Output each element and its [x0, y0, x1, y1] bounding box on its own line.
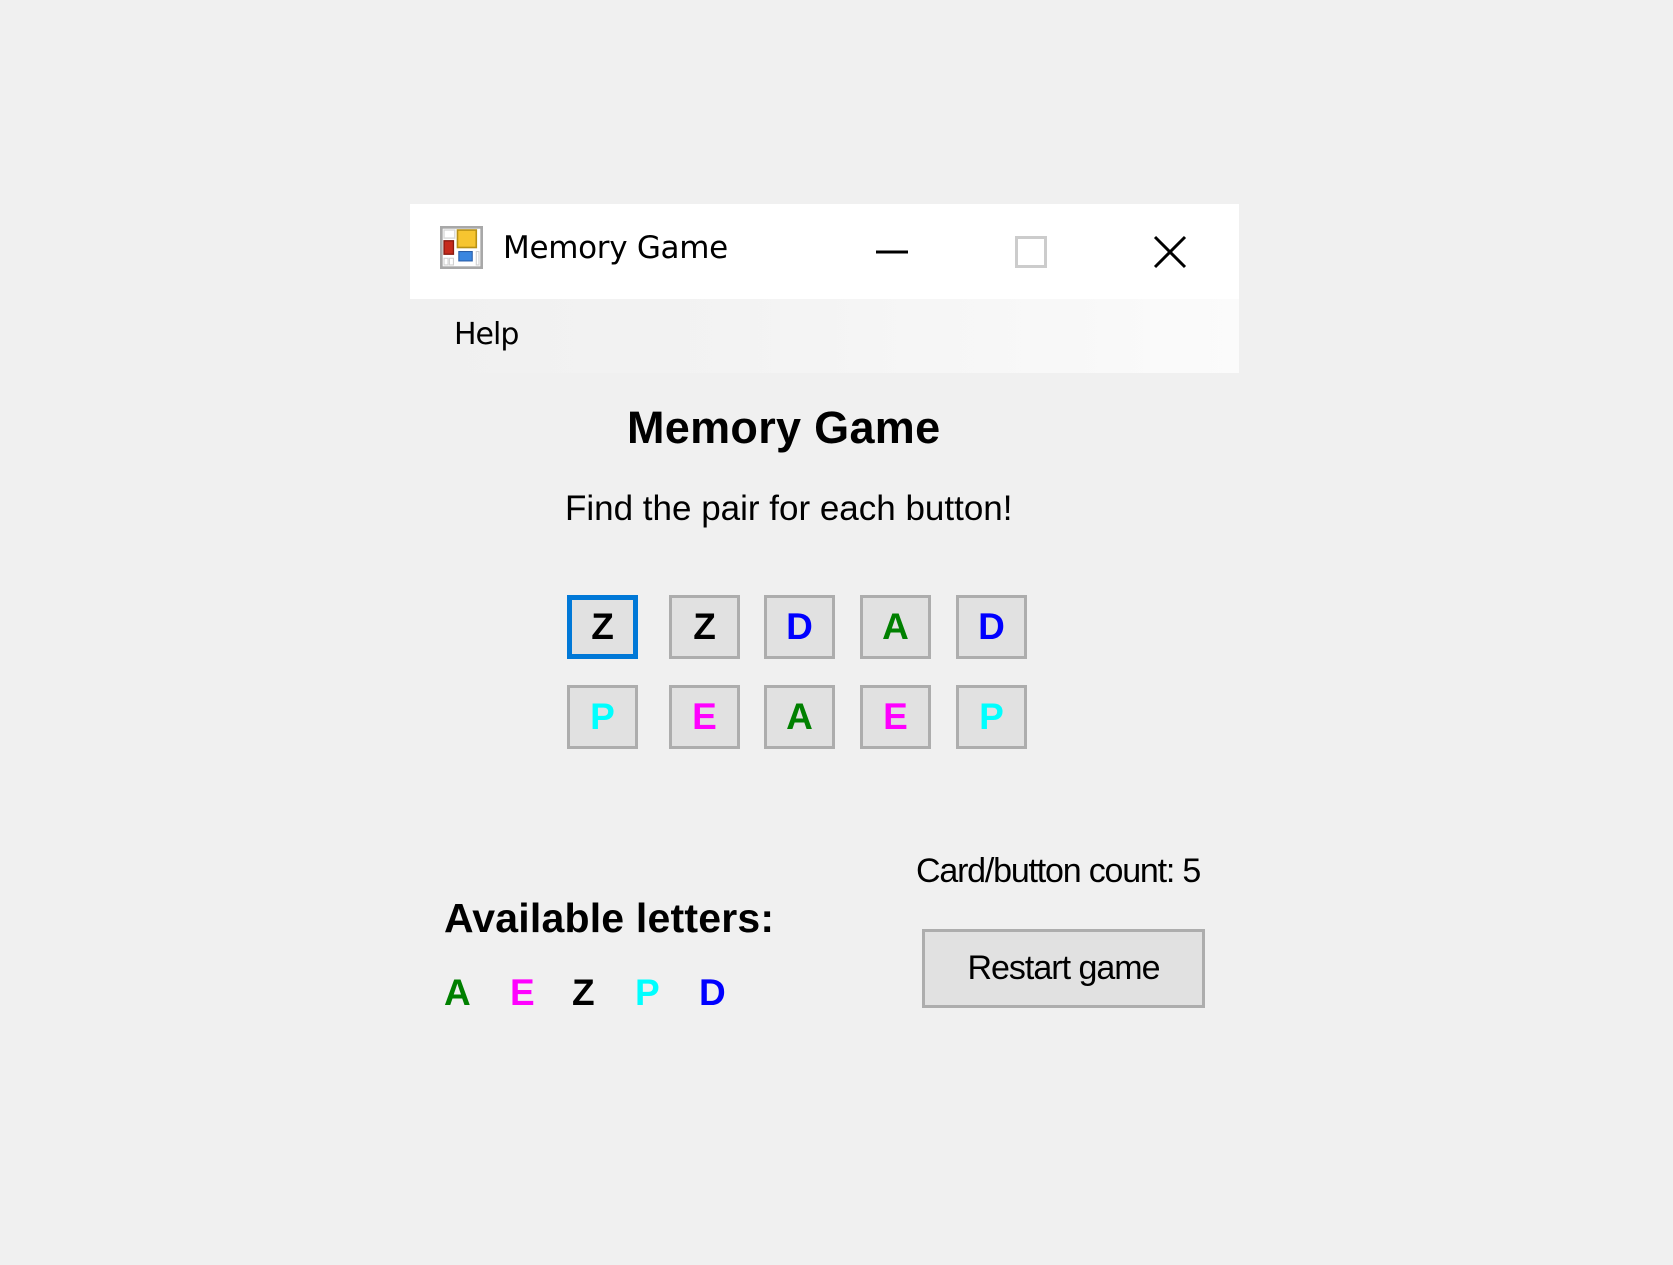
card-button[interactable]: Z [567, 595, 638, 659]
maximize-button[interactable] [961, 204, 1100, 299]
minimize-icon [875, 250, 908, 253]
title-bar[interactable]: Memory Game [410, 204, 1239, 299]
card-button[interactable]: A [764, 685, 835, 749]
card-button[interactable]: P [956, 685, 1027, 749]
close-button[interactable] [1100, 204, 1239, 299]
card-count-label: Card/button count: 5 [916, 852, 1201, 890]
available-letters-list: A E Z P D [444, 970, 804, 1016]
card-button[interactable]: E [669, 685, 740, 749]
card-button[interactable]: Z [669, 595, 740, 659]
menu-item-help[interactable]: Help [444, 315, 528, 355]
window-title: Memory Game [503, 230, 728, 266]
maximize-icon [1014, 235, 1047, 268]
game-title: Memory Game [627, 402, 941, 453]
app-form-icon [440, 226, 483, 269]
memory-game-window: Memory Game Help Memory Game Find the pa… [410, 204, 1239, 1074]
card-grid: Z Z D A D P E A E P [567, 595, 1037, 750]
available-letter: D [699, 972, 726, 1013]
card-button[interactable]: P [567, 685, 638, 749]
card-button[interactable]: E [860, 685, 931, 749]
available-letter: Z [572, 972, 595, 1013]
close-icon [1153, 235, 1186, 268]
available-letters-label: Available letters: [444, 895, 775, 941]
minimize-button[interactable] [822, 204, 961, 299]
menu-bar: Help [410, 299, 1239, 373]
restart-game-button[interactable]: Restart game [922, 929, 1205, 1008]
card-button[interactable]: A [860, 595, 931, 659]
card-button[interactable]: D [764, 595, 835, 659]
available-letter: P [635, 972, 660, 1013]
card-button[interactable]: D [956, 595, 1027, 659]
game-instructions: Find the pair for each button! [565, 489, 1013, 528]
available-letter: E [510, 972, 535, 1013]
available-letter: A [444, 972, 471, 1013]
